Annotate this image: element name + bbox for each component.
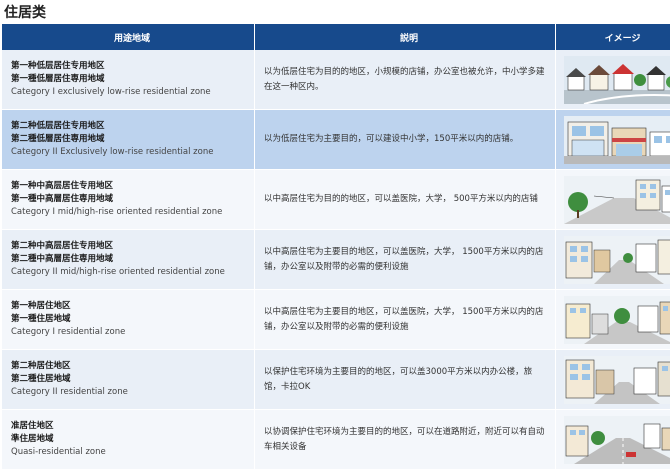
zone-name-en: Category II residential zone — [11, 386, 253, 399]
zone-name-en: Category I mid/high-rise oriented reside… — [11, 206, 253, 219]
zone-description: 以为低层住宅为主要目的，可以建设中小学，150平米以内的店铺。 — [264, 132, 554, 147]
zone-image-cell — [556, 170, 670, 230]
header-image: イメージ — [556, 24, 670, 50]
zone-name-ja: 第二種住居地域 — [11, 373, 253, 386]
zone-name-en: Category II mid/high-rise oriented resid… — [11, 266, 253, 279]
zone-description: 以保护住宅环境为主要目的的地区，可以盖3000平方米以内办公楼，旅馆，卡拉OK — [264, 365, 554, 395]
table-header-row: 用途地域 説明 イメージ — [2, 24, 670, 50]
zone-description-cell: 以中高层住宅为主要目的地区，可以盖医院，大学， 1500平方米以内的店铺，办公室… — [255, 290, 556, 350]
table-row: 第二种低层居住专用地区 第二種低層居住専用地域 Category II Excl… — [2, 110, 670, 170]
zone-description: 以中高层住宅为主要目的地区，可以盖医院，大学， 1500平方米以内的店铺，办公室… — [264, 245, 554, 275]
header-use: 用途地域 — [2, 24, 255, 50]
table-row: 第二种中高层居住专用地区 第二種中高層居住専用地域 Category II mi… — [2, 230, 670, 290]
zone-name-zh: 第二种中高层居住专用地区 — [11, 240, 253, 253]
zone-image-cell — [556, 410, 670, 470]
low-rise-houses-icon — [564, 56, 670, 104]
table-row: 准居住地区 準住居地域 Quasi-residential zone 以协调保护… — [2, 410, 670, 470]
zone-names-cell: 第二种低层居住专用地区 第二種低層居住専用地域 Category II Excl… — [2, 110, 255, 170]
zone-description-cell: 以协调保护住宅环境为主要目的的地区，可以在道路附近，附近可以有自动车相关设备 — [255, 410, 556, 470]
zone-name-zh: 第一种居住地区 — [11, 300, 253, 313]
mixed-street-icon — [564, 356, 670, 404]
zone-name-ja: 第二種中高層居住専用地域 — [11, 253, 253, 266]
table-row: 第一种中高层居住专用地区 第一種中高層居住専用地域 Category I mid… — [2, 170, 670, 230]
zone-name-ja: 準住居地域 — [11, 433, 253, 446]
zone-image-cell — [556, 110, 670, 170]
zone-name-ja: 第二種低層居住専用地域 — [11, 133, 253, 146]
residential-street-icon — [564, 296, 670, 344]
table-row: 第一种低层居住专用地区 第一種低層居住専用地域 Category I exclu… — [2, 50, 670, 110]
zone-description-cell: 以为低层住宅为主要目的，可以建设中小学，150平米以内的店铺。 — [255, 110, 556, 170]
zone-names-cell: 第一种居住地区 第一種住居地域 Category I residential z… — [2, 290, 255, 350]
roadside-street-icon — [564, 416, 670, 464]
zone-image-cell — [556, 230, 670, 290]
zone-name-zh: 第一种中高层居住专用地区 — [11, 180, 253, 193]
zone-name-en: Category II Exclusively low-rise residen… — [11, 146, 253, 159]
zone-name-ja: 第一種中高層居住専用地域 — [11, 193, 253, 206]
zone-name-ja: 第一種低層居住専用地域 — [11, 73, 253, 86]
zone-description: 以中高层住宅为主要目的地区，可以盖医院，大学， 1500平方米以内的店铺，办公室… — [264, 305, 554, 335]
zone-name-zh: 第二种低层居住专用地区 — [11, 120, 253, 133]
zone-name-zh: 第一种低层居住专用地区 — [11, 60, 253, 73]
midrise-street-2-icon — [564, 236, 670, 284]
zone-name-en: Category I residential zone — [11, 326, 253, 339]
zone-description: 以中高层住宅为目的的地区，可以盖医院，大学， 500平方米以内的店铺 — [264, 192, 554, 207]
zone-names-cell: 准居住地区 準住居地域 Quasi-residential zone — [2, 410, 255, 470]
zone-description: 以协调保护住宅环境为主要目的的地区，可以在道路附近，附近可以有自动车相关设备 — [264, 425, 554, 455]
zone-names-cell: 第一种中高层居住专用地区 第一種中高層居住専用地域 Category I mid… — [2, 170, 255, 230]
midrise-street-icon — [564, 176, 670, 224]
page-title: 住居类 — [4, 2, 46, 22]
zone-name-en: Category I exclusively low-rise resident… — [11, 86, 253, 99]
zone-names-cell: 第二种中高层居住专用地区 第二種中高層居住専用地域 Category II mi… — [2, 230, 255, 290]
table-row: 第一种居住地区 第一種住居地域 Category I residential z… — [2, 290, 670, 350]
zone-name-zh: 准居住地区 — [11, 420, 253, 433]
zone-name-en: Quasi-residential zone — [11, 446, 253, 459]
zone-image-cell — [556, 290, 670, 350]
zoning-table: 用途地域 説明 イメージ 第一种低层居住专用地区 第一種低層居住専用地域 Cat… — [2, 24, 670, 470]
zone-description-cell: 以中高层住宅为主要目的地区，可以盖医院，大学， 1500平方米以内的店铺，办公室… — [255, 230, 556, 290]
zone-description-cell: 以为低层住宅为目的的地区，小规模的店铺，办公室也被允许，中小学多建在这一种区内。 — [255, 50, 556, 110]
zone-names-cell: 第二种居住地区 第二種住居地域 Category II residential … — [2, 350, 255, 410]
zone-description-cell: 以保护住宅环境为主要目的的地区，可以盖3000平方米以内办公楼，旅馆，卡拉OK — [255, 350, 556, 410]
zone-names-cell: 第一种低层居住专用地区 第一種低層居住専用地域 Category I exclu… — [2, 50, 255, 110]
zone-name-ja: 第一種住居地域 — [11, 313, 253, 326]
zone-description: 以为低层住宅为目的的地区，小规模的店铺，办公室也被允许，中小学多建在这一种区内。 — [264, 65, 554, 95]
zone-description-cell: 以中高层住宅为目的的地区，可以盖医院，大学， 500平方米以内的店铺 — [255, 170, 556, 230]
zone-name-zh: 第二种居住地区 — [11, 360, 253, 373]
zone-image-cell — [556, 350, 670, 410]
header-explanation: 説明 — [255, 24, 556, 50]
zone-image-cell — [556, 50, 670, 110]
storefront-street-icon — [564, 116, 670, 164]
table-row: 第二种居住地区 第二種住居地域 Category II residential … — [2, 350, 670, 410]
